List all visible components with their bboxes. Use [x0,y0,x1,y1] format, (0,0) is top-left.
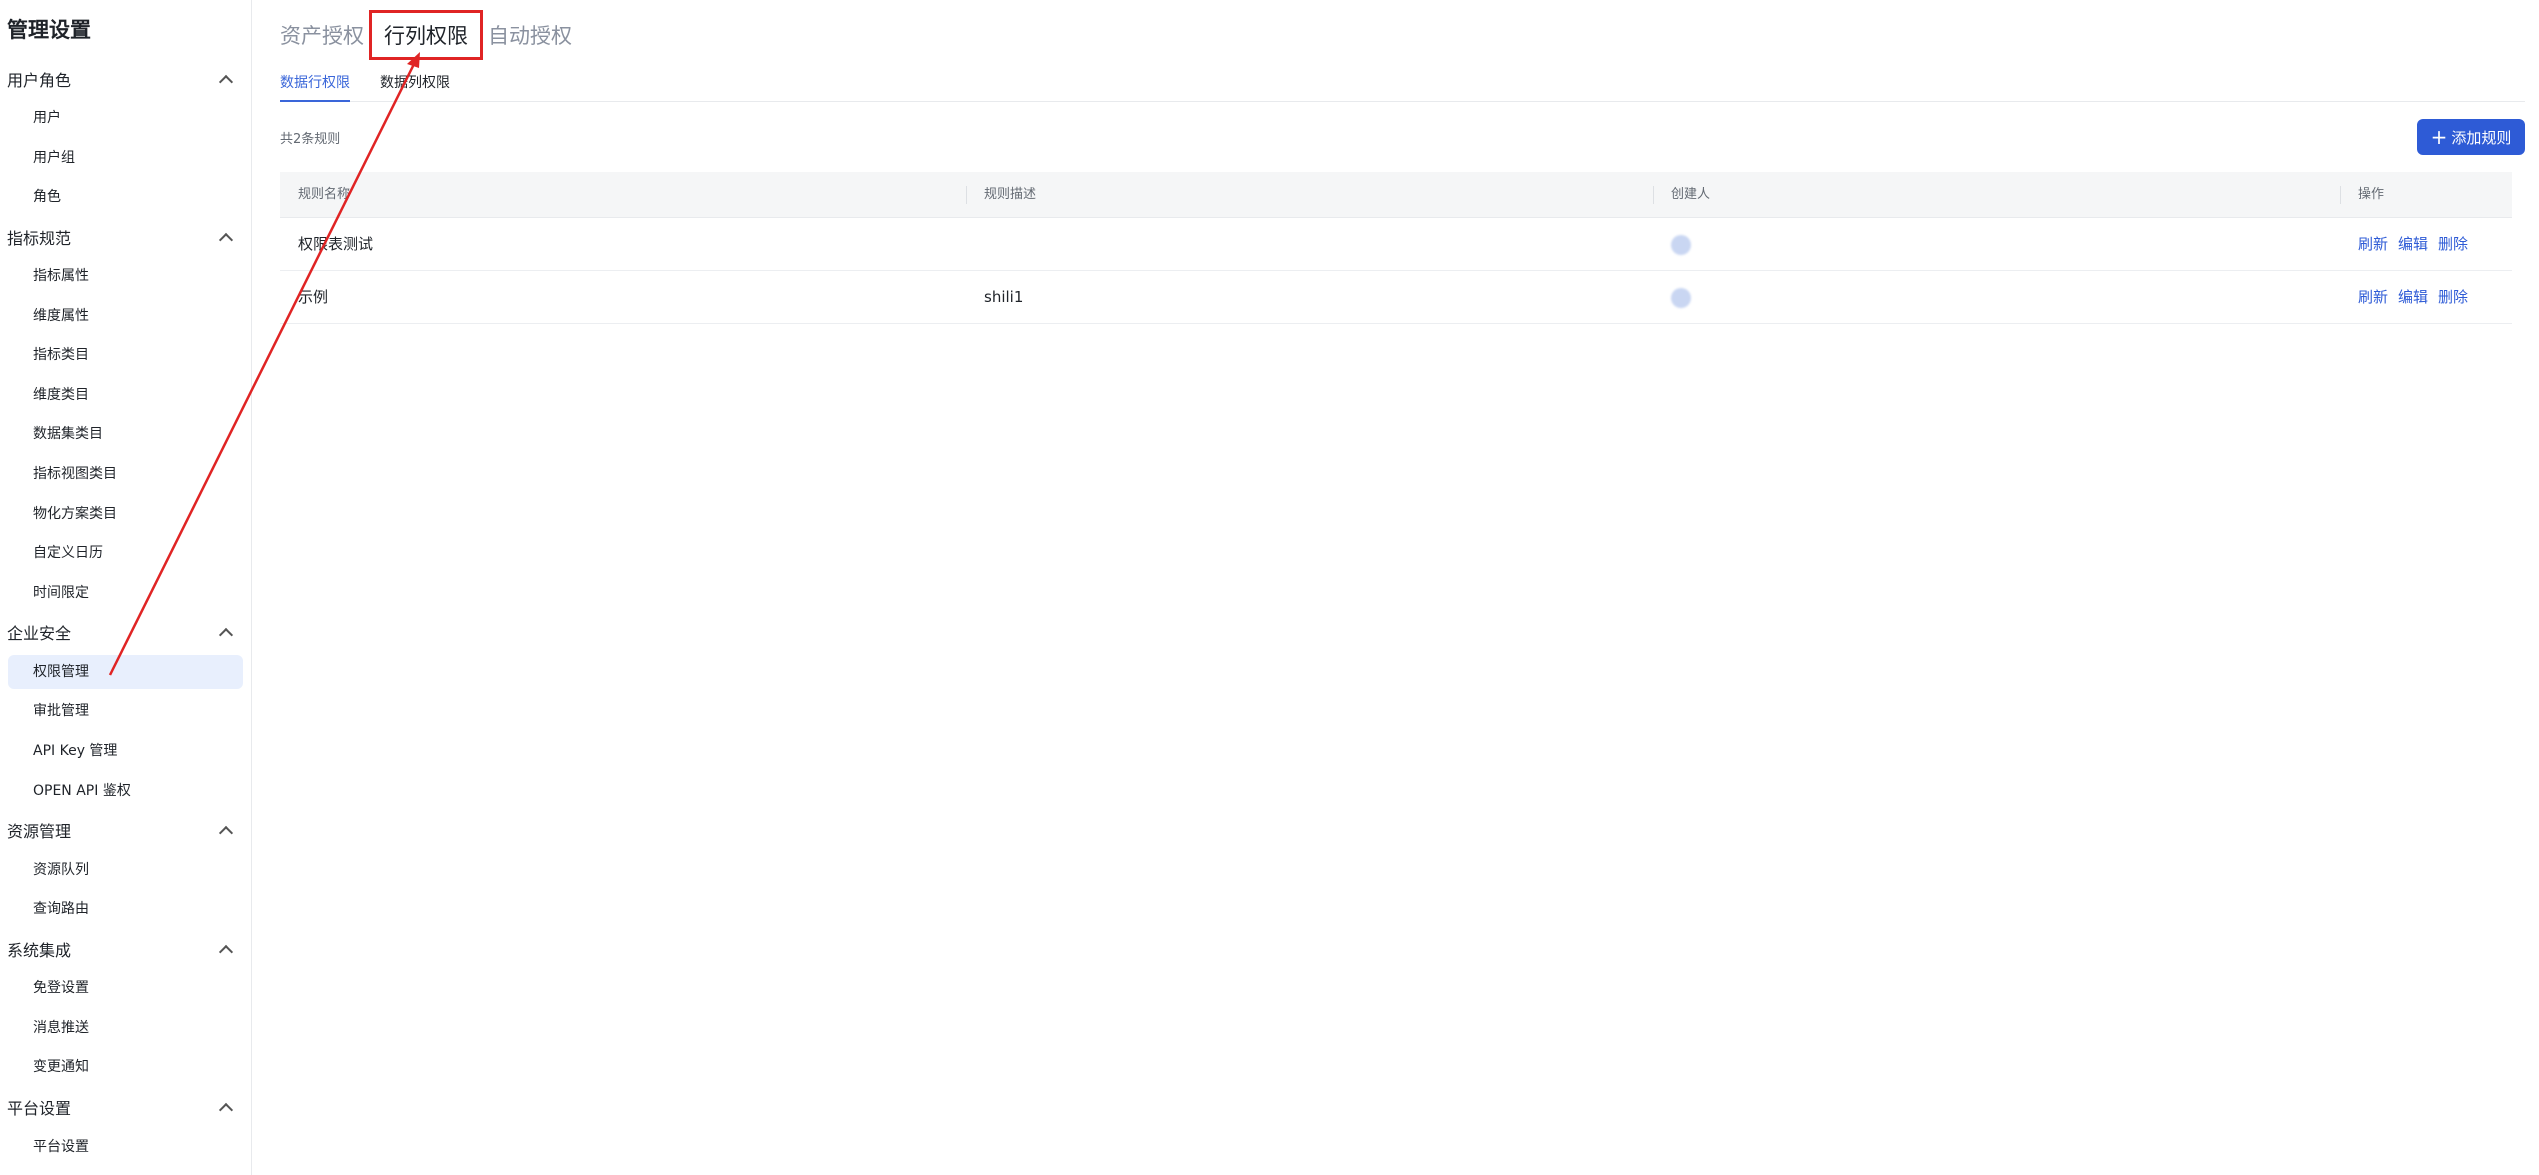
edit-link[interactable]: 编辑 [2398,235,2428,253]
rules-table: 规则名称 规则描述 创建人 操作 权限表测试 刷新 编辑 删除 示例 shili1 [280,172,2512,324]
chevron-up-icon [218,232,234,248]
sidebar-item-open-api-auth[interactable]: OPEN API 鉴权 [8,774,243,808]
column-header-rule-description: 规则描述 [966,172,1036,218]
tab-data-column-permissions[interactable]: 数据列权限 [380,72,450,100]
sidebar-item-permission-management[interactable]: 权限管理 [8,655,243,689]
rule-count: 共2条规则 [280,132,341,147]
sidebar-item-user-groups[interactable]: 用户组 [8,141,243,175]
chevron-up-icon [218,627,234,643]
creator-cell [1653,218,1699,271]
chevron-up-icon [218,825,234,841]
tab-asset-authorization[interactable]: 资产授权 [280,20,364,50]
tab-data-row-permissions[interactable]: 数据行权限 [280,72,350,102]
sidebar-group-user-roles[interactable]: 用户角色 [7,64,239,94]
add-rule-label: 添加规则 [2451,128,2512,147]
sidebar-item-materialization-categories[interactable]: 物化方案类目 [8,497,243,531]
actions-cell: 刷新 编辑 删除 [2340,218,2478,271]
sidebar-group-label: 平台设置 [7,1099,72,1118]
sidebar-title: 管理设置 [7,18,91,42]
sidebar-group-label: 用户角色 [7,71,72,90]
sidebar-item-metric-view-categories[interactable]: 指标视图类目 [8,457,243,491]
column-header-actions: 操作 [2340,172,2384,218]
sidebar-item-approval-management[interactable]: 审批管理 [8,694,243,728]
sidebar-item-dimension-attributes[interactable]: 维度属性 [8,299,243,333]
sidebar-item-query-routing[interactable]: 查询路由 [8,892,243,926]
sub-tabs: 数据行权限 数据列权限 [280,70,2525,102]
tab-auto-authorization[interactable]: 自动授权 [488,20,572,50]
sidebar-item-custom-calendar[interactable]: 自定义日历 [8,536,243,570]
sidebar-item-users[interactable]: 用户 [8,101,243,135]
sidebar-item-message-push[interactable]: 消息推送 [8,1011,243,1045]
rule-name-cell: 示例 [298,288,329,306]
delete-link[interactable]: 删除 [2438,288,2468,306]
table-header: 规则名称 规则描述 创建人 操作 [280,172,2512,218]
column-header-rule-name: 规则名称 [298,187,351,202]
sidebar-item-platform-settings[interactable]: 平台设置 [8,1130,243,1164]
avatar [1671,287,1691,308]
plus-icon: + [2430,125,2448,149]
sidebar-item-api-key-management[interactable]: API Key 管理 [8,734,243,768]
sidebar-group-label: 系统集成 [7,941,72,960]
sidebar-group-label: 企业安全 [7,624,72,643]
sidebar-item-dimension-categories[interactable]: 维度类目 [8,378,243,412]
add-rule-button[interactable]: + 添加规则 [2417,119,2525,155]
refresh-link[interactable]: 刷新 [2358,288,2388,306]
refresh-link[interactable]: 刷新 [2358,235,2388,253]
main-content: 资产授权 行列权限 自动授权 数据行权限 数据列权限 共2条规则 + 添加规则 … [280,0,2525,1175]
sidebar-group-metric-standards[interactable]: 指标规范 [7,222,239,252]
sidebar-group-label: 指标规范 [7,229,72,248]
sidebar-group-platform-settings[interactable]: 平台设置 [7,1092,239,1122]
column-header-creator: 创建人 [1653,172,1710,218]
sidebar-item-metric-attributes[interactable]: 指标属性 [8,259,243,293]
actions-cell: 刷新 编辑 删除 [2340,271,2478,324]
avatar [1671,234,1691,255]
sidebar-item-resource-queue[interactable]: 资源队列 [8,853,243,887]
table-row: 示例 shili1 刷新 编辑 删除 [280,271,2512,324]
chevron-up-icon [218,74,234,90]
edit-link[interactable]: 编辑 [2398,288,2428,306]
annotation-highlight-box [369,10,483,60]
sidebar-group-resource-management[interactable]: 资源管理 [7,815,239,845]
sidebar-group-label: 资源管理 [7,822,72,841]
table-row: 权限表测试 刷新 编辑 删除 [280,218,2512,271]
sidebar-item-roles[interactable]: 角色 [8,180,243,214]
rule-description-cell [966,218,984,271]
rule-description-cell: shili1 [984,288,1024,306]
creator-cell [1653,271,1699,324]
sidebar-item-time-restriction[interactable]: 时间限定 [8,576,243,610]
sidebar-item-dataset-categories[interactable]: 数据集类目 [8,417,243,451]
delete-link[interactable]: 删除 [2438,235,2468,253]
sidebar-group-system-integration[interactable]: 系统集成 [7,934,239,964]
sidebar-item-sso-settings[interactable]: 免登设置 [8,971,243,1005]
rule-name-cell: 权限表测试 [298,235,374,253]
chevron-up-icon [218,1102,234,1118]
sidebar-group-enterprise-security[interactable]: 企业安全 [7,617,239,647]
sidebar-item-change-notification[interactable]: 变更通知 [8,1050,243,1084]
sidebar: 管理设置 用户角色 用户 用户组 角色 指标规范 指标属性 维度属性 指标类目 … [0,0,252,1175]
sidebar-item-metric-categories[interactable]: 指标类目 [8,338,243,372]
chevron-up-icon [218,944,234,960]
